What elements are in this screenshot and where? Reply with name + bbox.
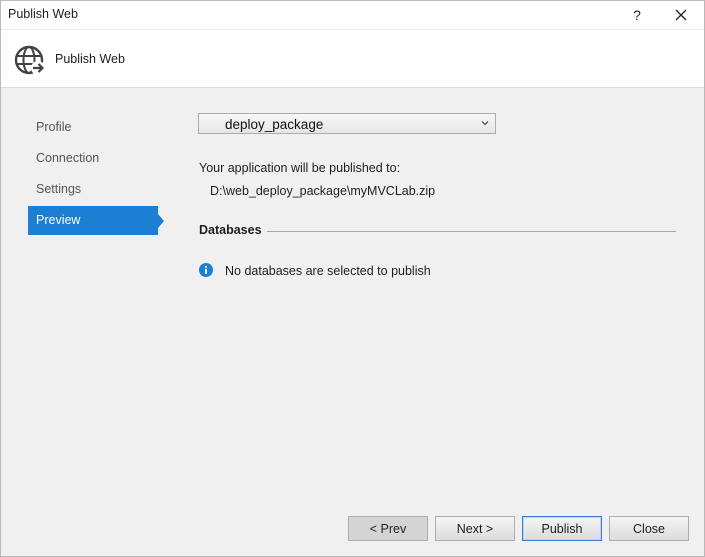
wizard-nav: Profile Connection Settings Preview	[28, 113, 168, 237]
nav-item-preview[interactable]: Preview	[28, 206, 164, 235]
header-title: Publish Web	[55, 52, 125, 66]
nav-item-connection[interactable]: Connection	[28, 144, 168, 173]
close-icon	[675, 9, 687, 21]
globe-icon	[14, 45, 45, 75]
databases-section-header: Databases	[199, 223, 262, 237]
publish-web-dialog: Publish Web ? Publish Web Profile Connec…	[0, 0, 705, 557]
publish-destination-label: Your application will be published to:	[199, 161, 401, 175]
close-button[interactable]: Close	[609, 516, 689, 541]
nav-item-profile[interactable]: Profile	[28, 113, 168, 142]
window-title: Publish Web	[8, 7, 78, 21]
profile-dropdown[interactable]: deploy_package	[198, 113, 496, 134]
chevron-down-icon	[481, 121, 489, 126]
prev-button[interactable]: < Prev	[348, 516, 428, 541]
databases-info-text: No databases are selected to publish	[225, 264, 431, 278]
publish-button[interactable]: Publish	[522, 516, 602, 541]
header-band: Publish Web	[1, 29, 704, 88]
title-bar: Publish Web ?	[1, 1, 704, 29]
close-window-button[interactable]	[665, 1, 697, 29]
nav-item-settings[interactable]: Settings	[28, 175, 168, 204]
next-button[interactable]: Next >	[435, 516, 515, 541]
section-divider	[267, 231, 676, 232]
help-button[interactable]: ?	[623, 1, 651, 29]
info-icon	[199, 263, 213, 277]
profile-selected-value: deploy_package	[225, 117, 324, 132]
publish-destination-path: D:\web_deploy_package\myMVCLab.zip	[210, 184, 436, 198]
